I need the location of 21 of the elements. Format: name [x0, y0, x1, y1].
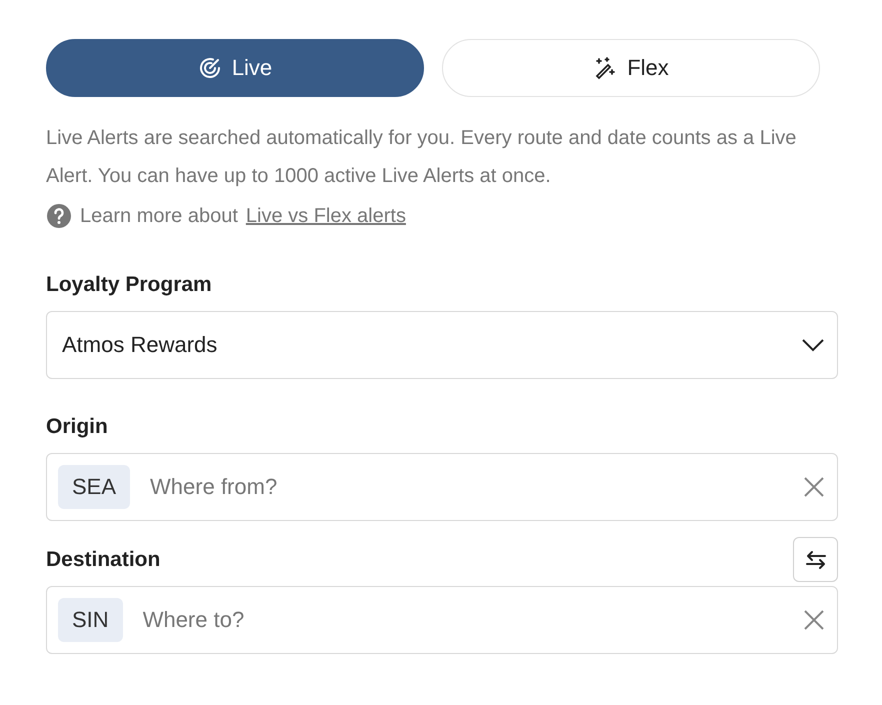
field-label: Destination — [46, 548, 160, 572]
target-icon — [198, 56, 222, 80]
close-icon[interactable] — [803, 609, 825, 631]
loyalty-program-select[interactable]: Atmos Rewards — [46, 311, 838, 379]
description-text: Live Alerts are searched automatically for you. Every route and date counts as a Live Alert. You can have up to 1000 active Live Alerts at once. — [46, 126, 798, 189]
alerts-link[interactable]: Live vs Flex alerts — [246, 204, 406, 228]
close-icon[interactable] — [803, 476, 825, 498]
mode-tab[interactable]: Live — [46, 39, 424, 97]
destination-field[interactable]: SIN Where to? — [46, 586, 838, 654]
magic-wand-icon — [593, 56, 618, 80]
airport-code: SIN — [58, 598, 123, 642]
help-icon — [46, 203, 72, 229]
chevron-down-icon — [801, 338, 825, 352]
swap-button[interactable] — [793, 537, 838, 582]
origin-field[interactable]: SEA Where from? — [46, 453, 838, 521]
learn-more-text: Learn more about — [80, 204, 238, 228]
swap-arrows-icon — [804, 550, 826, 570]
field-label: Origin — [46, 415, 109, 439]
mode-tab[interactable]: Flex — [442, 39, 820, 97]
airport-code: SEA — [58, 465, 130, 509]
field-label: Loyalty Program — [46, 273, 213, 297]
